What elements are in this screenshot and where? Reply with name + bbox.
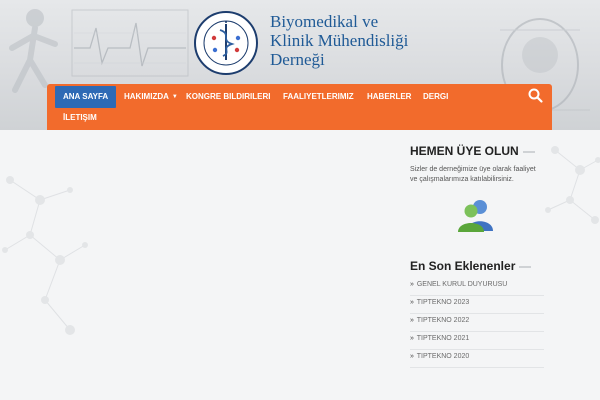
recent-post-link[interactable]: TIPTEKNO 2023 [417, 299, 470, 306]
chevron-right-icon: » [410, 317, 414, 324]
association-seal-logo[interactable] [193, 10, 259, 76]
molecule-decoration [545, 146, 600, 224]
membership-description: Sizler de derneğimize üye olarak faaliye… [410, 166, 536, 183]
nav-item-faaliyetlerimiz[interactable]: FAALIYETLERIMIZ [275, 86, 362, 108]
recent-post-item[interactable]: » TIPTEKNO 2020 [410, 350, 544, 368]
users-icon[interactable] [457, 198, 495, 232]
title-divider [519, 265, 532, 268]
molecule-decoration [2, 176, 88, 335]
main-navigation: ANA SAYFA HAKIMIZDA ▼ KONGRE BILDIRILERI … [47, 84, 552, 130]
nav-item-label: HAKIMIZDA [124, 92, 169, 101]
nav-item-dergi[interactable]: DERGI [415, 86, 456, 108]
nav-item-label: ANA SAYFA [63, 92, 109, 101]
nav-item-label: KONGRE BILDIRILERI [186, 92, 271, 101]
site-title-line-2: Klinik Mühendisliği [270, 31, 409, 50]
nav-item-kongre-bildirileri[interactable]: KONGRE BILDIRILERI [178, 86, 278, 108]
title-divider [522, 150, 535, 153]
nav-item-hakimizda[interactable]: HAKIMIZDA ▼ [116, 86, 186, 108]
membership-widget-title: HEMEN ÜYE OLUN [410, 144, 535, 158]
chevron-down-icon: ▼ [171, 94, 178, 100]
recent-post-link[interactable]: TIPTEKNO 2021 [417, 335, 470, 342]
chevron-right-icon: » [410, 299, 414, 306]
recent-posts-list: » GENEL KURUL DUYURUSU » TIPTEKNO 2023 »… [410, 278, 544, 368]
site-title-line-1: Biyomedikal ve [270, 12, 379, 31]
chevron-right-icon: » [410, 281, 414, 288]
recent-post-link[interactable]: GENEL KURUL DUYURUSU [417, 281, 508, 288]
site-title-line-3: Derneği [270, 50, 325, 69]
nav-item-label: FAALIYETLERIMIZ [283, 92, 354, 101]
nav-item-haberler[interactable]: HABERLER [359, 86, 419, 108]
site-title[interactable]: Biyomedikal ve Klinik Mühendisliği Derne… [270, 12, 440, 69]
nav-item-label: DERGI [423, 92, 449, 101]
recent-post-item[interactable]: » TIPTEKNO 2023 [410, 296, 544, 314]
nav-item-ana-sayfa[interactable]: ANA SAYFA [55, 86, 117, 108]
nav-item-iletisim[interactable]: İLETIŞIM [55, 107, 105, 129]
chevron-right-icon: » [410, 353, 414, 360]
chevron-right-icon: » [410, 335, 414, 342]
search-icon[interactable] [526, 86, 546, 106]
recent-widget-title: En Son Eklenenler [410, 259, 532, 273]
nav-item-label: İLETIŞIM [63, 113, 97, 122]
membership-title-text: HEMEN ÜYE OLUN [410, 144, 519, 158]
recent-title-text: En Son Eklenenler [410, 259, 516, 273]
ecg-chart-illustration [71, 9, 189, 77]
recent-post-item[interactable]: » GENEL KURUL DUYURUSU [410, 278, 544, 296]
recent-post-item[interactable]: » TIPTEKNO 2021 [410, 332, 544, 350]
recent-post-link[interactable]: TIPTEKNO 2022 [417, 317, 470, 324]
recent-post-item[interactable]: » TIPTEKNO 2022 [410, 314, 544, 332]
nav-item-label: HABERLER [367, 92, 412, 101]
recent-post-link[interactable]: TIPTEKNO 2020 [417, 353, 470, 360]
